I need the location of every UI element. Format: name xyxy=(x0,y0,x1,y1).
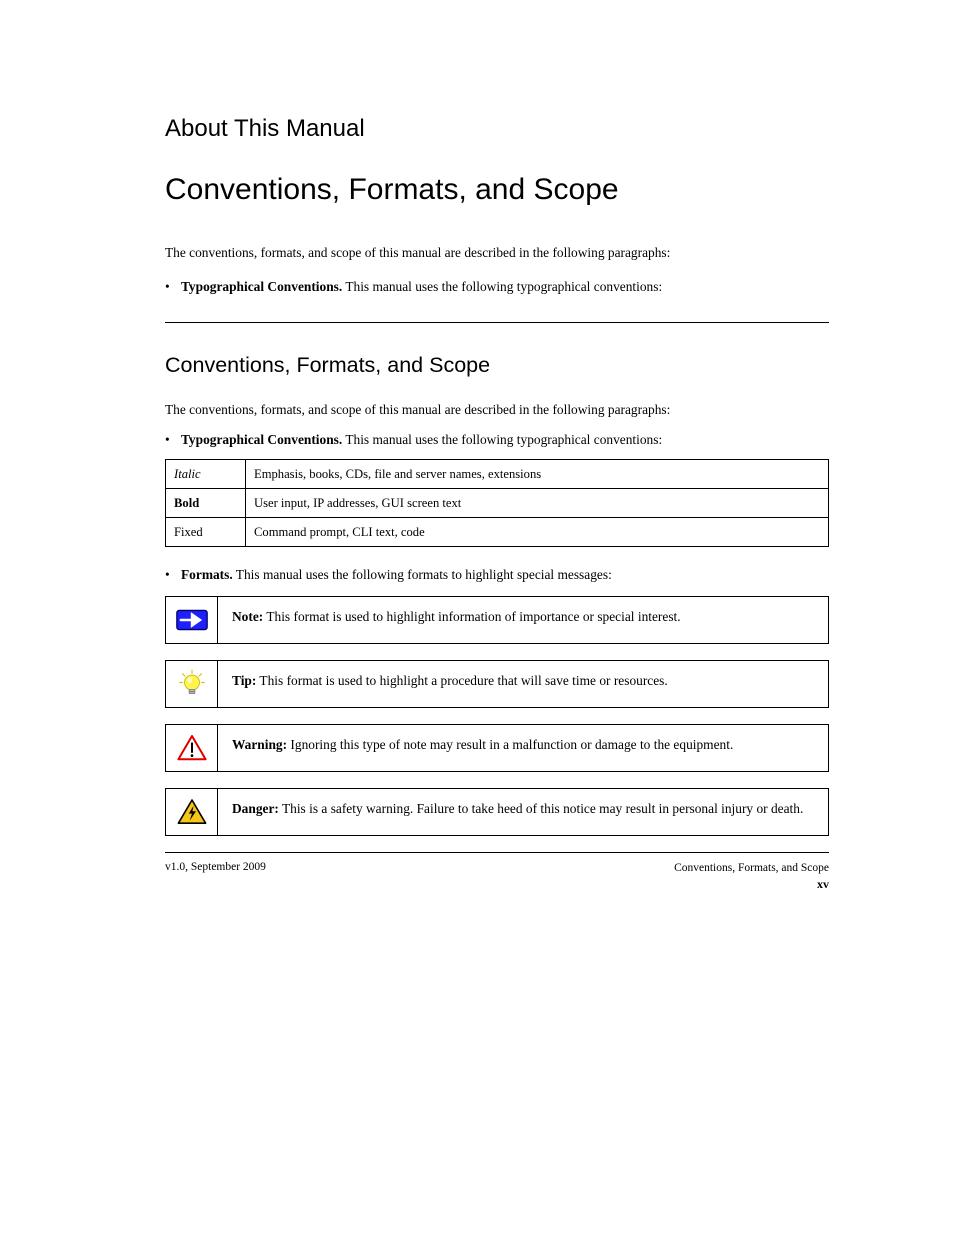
cell-bold-label: Bold xyxy=(166,488,246,517)
bullet-typographical: Typographical Conventions. This manual u… xyxy=(165,277,829,298)
warning-body: Ignoring this type of note may result in… xyxy=(287,737,733,752)
warning-icon-cell xyxy=(166,725,218,771)
tip-lead: Tip: xyxy=(232,673,256,688)
danger-body: This is a safety warning. Failure to tak… xyxy=(279,801,803,816)
danger-text: Danger: This is a safety warning. Failur… xyxy=(218,789,828,835)
footer-page-number: xv xyxy=(674,876,829,892)
bullet-list-1: Typographical Conventions. This manual u… xyxy=(165,277,829,298)
section-heading: Conventions, Formats, and Scope xyxy=(165,353,829,378)
danger-triangle-icon xyxy=(176,797,208,827)
intro-paragraph: The conventions, formats, and scope of t… xyxy=(165,243,829,264)
footer-section: Conventions, Formats, and Scope xyxy=(674,861,829,877)
warning-lead: Warning: xyxy=(232,737,287,752)
bullet-formats: Formats. This manual uses the following … xyxy=(165,565,829,586)
about-heading: About This Manual xyxy=(165,115,829,143)
cell-italic-desc: Emphasis, books, CDs, file and server na… xyxy=(246,459,829,488)
danger-box: Danger: This is a safety warning. Failur… xyxy=(165,788,829,836)
lightbulb-icon xyxy=(176,669,208,699)
note-icon-cell xyxy=(166,597,218,643)
bullet-lead-2: Typographical Conventions. xyxy=(181,432,342,447)
section-intro: The conventions, formats, and scope of t… xyxy=(165,400,829,420)
footer-version: v1.0, September 2009 xyxy=(165,861,266,893)
cell-italic-label: Italic xyxy=(166,459,246,488)
tip-icon-cell xyxy=(166,661,218,707)
warning-box: Warning: Ignoring this type of note may … xyxy=(165,724,829,772)
bullet-list-3: Formats. This manual uses the following … xyxy=(165,565,829,586)
bullet-lead: Typographical Conventions. xyxy=(181,279,342,294)
table-row: Italic Emphasis, books, CDs, file and se… xyxy=(166,459,829,488)
note-lead: Note: xyxy=(232,609,263,624)
bullet-rest-2: This manual uses the following typograph… xyxy=(342,432,662,447)
footer: v1.0, September 2009 Conventions, Format… xyxy=(165,861,829,893)
tip-body: This format is used to highlight a proce… xyxy=(256,673,667,688)
table-row: Bold User input, IP addresses, GUI scree… xyxy=(166,488,829,517)
typographical-table: Italic Emphasis, books, CDs, file and se… xyxy=(165,459,829,547)
footer-rule xyxy=(165,852,829,853)
danger-lead: Danger: xyxy=(232,801,279,816)
danger-icon-cell xyxy=(166,789,218,835)
cell-fixed-label: Fixed xyxy=(166,517,246,546)
note-body: This format is used to highlight informa… xyxy=(263,609,680,624)
warning-triangle-icon xyxy=(176,733,208,763)
note-text: Note: This format is used to highlight i… xyxy=(218,597,828,643)
arrow-right-icon xyxy=(176,605,208,635)
bullet-list-2: Typographical Conventions. This manual u… xyxy=(165,430,829,451)
tip-text: Tip: This format is used to highlight a … xyxy=(218,661,828,707)
tip-box: Tip: This format is used to highlight a … xyxy=(165,660,829,708)
table-row: Fixed Command prompt, CLI text, code xyxy=(166,517,829,546)
divider-rule xyxy=(165,322,829,323)
cell-bold-desc: User input, IP addresses, GUI screen tex… xyxy=(246,488,829,517)
bullet-formats-rest: This manual uses the following formats t… xyxy=(233,567,612,582)
bullet-formats-lead: Formats. xyxy=(181,567,233,582)
bullet-typographical-2: Typographical Conventions. This manual u… xyxy=(165,430,829,451)
cell-fixed-desc: Command prompt, CLI text, code xyxy=(246,517,829,546)
bullet-rest: This manual uses the following typograph… xyxy=(342,279,662,294)
note-box: Note: This format is used to highlight i… xyxy=(165,596,829,644)
warning-text: Warning: Ignoring this type of note may … xyxy=(218,725,828,771)
page-title: Conventions, Formats, and Scope xyxy=(165,171,829,209)
